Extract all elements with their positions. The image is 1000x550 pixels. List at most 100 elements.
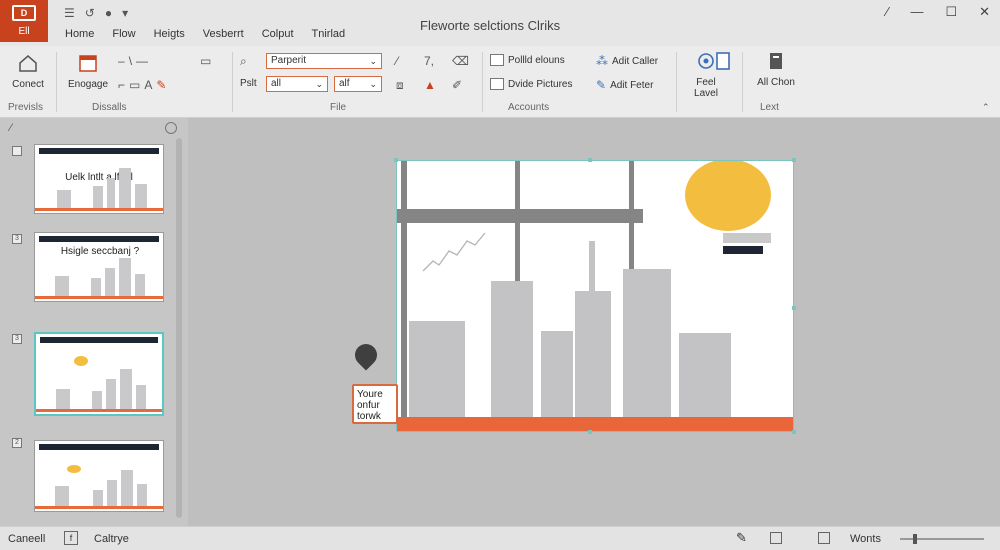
- window-frame: [401, 161, 407, 431]
- capture-status[interactable]: Caltrye: [94, 533, 129, 545]
- tab-flow[interactable]: Flow: [103, 26, 144, 42]
- thumbnail-building: [107, 480, 117, 506]
- font-color-tool[interactable]: ▲: [424, 78, 436, 92]
- slide-thumbnail-3-selected[interactable]: [34, 332, 164, 416]
- line-tools[interactable]: – \ —: [118, 54, 148, 68]
- thumbnail-building: [55, 486, 69, 506]
- info-icon[interactable]: f: [64, 531, 78, 545]
- selection-handle[interactable]: [588, 430, 592, 434]
- building-shape: [623, 269, 671, 419]
- slide-thumbnail-2[interactable]: Hsigle seccbanj ?: [34, 232, 164, 302]
- thumbnail-header-bar: [39, 236, 159, 242]
- slide-thumbnail-title: Uelk lntlt a lfeol: [65, 172, 133, 183]
- selection-handle[interactable]: [792, 430, 796, 434]
- tab-home[interactable]: Home: [56, 26, 103, 42]
- pst-button[interactable]: Pslt: [240, 78, 257, 89]
- building-shape: [575, 291, 611, 419]
- close-button[interactable]: ✕: [979, 4, 990, 20]
- italic-icon: 7,: [424, 54, 435, 68]
- calendar-icon: [79, 55, 97, 72]
- font-style-dropdown[interactable]: alf ⌄: [334, 76, 382, 92]
- thumbnail-sun: [67, 465, 81, 473]
- normal-view-icon[interactable]: [770, 532, 782, 544]
- thumbnail-header-bar: [40, 337, 158, 343]
- selection-handle[interactable]: [792, 306, 796, 310]
- font-name-value: Parperit: [271, 55, 307, 66]
- add-gallery-button[interactable]: ⁂ Adit Caller: [596, 54, 658, 68]
- slide-thumbnail-1[interactable]: Uelk lntlt a lfeol: [34, 144, 164, 214]
- thumbnail-building: [120, 369, 132, 409]
- shape-tool[interactable]: ▭: [200, 54, 211, 68]
- trend-line-icon: [422, 232, 486, 272]
- thumbnail-building: [119, 258, 131, 296]
- selection-handle[interactable]: [792, 158, 796, 162]
- add-footer-button[interactable]: ✎ Adit Feter: [596, 78, 653, 92]
- selection-handle[interactable]: [588, 158, 592, 162]
- group-label-dissalls: Dissalls: [92, 102, 127, 113]
- thumbnail-building: [121, 470, 133, 506]
- tab-vesberrt[interactable]: Vesberrt: [194, 26, 253, 42]
- eraser-tool[interactable]: ⌫: [452, 54, 469, 68]
- slide-sorter-icon[interactable]: [818, 532, 830, 544]
- file-button[interactable]: D Ell: [0, 0, 48, 42]
- highlighter-tool[interactable]: ✐: [452, 78, 462, 92]
- building-shape: [679, 333, 731, 419]
- all-chroma-button[interactable]: All Chon: [748, 50, 804, 88]
- draw-tools[interactable]: ⌐ ▭ A ✎: [118, 78, 166, 92]
- fold-docs-button[interactable]: Pollld elouns: [490, 54, 565, 66]
- customize-icon[interactable]: ▾: [122, 6, 128, 20]
- redo-icon[interactable]: ●: [105, 6, 112, 20]
- tab-tnirlad[interactable]: Tnirlad: [303, 26, 355, 42]
- connect-button[interactable]: Conect: [8, 52, 48, 90]
- maximize-button[interactable]: ☐: [945, 4, 957, 20]
- dark-label-bar: [723, 246, 763, 254]
- group-separator: [742, 52, 743, 112]
- search-button[interactable]: ⌕: [240, 54, 247, 69]
- building-shape: [491, 281, 533, 419]
- minimize-button[interactable]: —: [910, 4, 923, 20]
- thumbnail-building: [135, 184, 147, 208]
- app-logo: D: [12, 5, 36, 21]
- current-slide[interactable]: [396, 160, 794, 432]
- callout-box[interactable]: Youre onfur torwk: [352, 384, 398, 424]
- bold-tool[interactable]: ⁄: [396, 54, 398, 68]
- engage-button[interactable]: Enogage: [66, 52, 110, 90]
- thumbnail-building: [57, 190, 71, 208]
- all-chroma-label: All Chon: [757, 77, 795, 88]
- font-size-dropdown[interactable]: all ⌄: [266, 76, 328, 92]
- save-icon[interactable]: ☰: [64, 6, 75, 20]
- align-tool[interactable]: ⧈: [396, 78, 404, 93]
- thumbnail-building: [137, 484, 147, 506]
- slide-thumbnail-4[interactable]: [34, 440, 164, 512]
- pane-pin-icon[interactable]: ⁄: [10, 122, 12, 134]
- thumbnail-building: [107, 178, 115, 208]
- thumbnail-building: [135, 274, 145, 296]
- group-label-lext: Lext: [760, 102, 779, 113]
- pane-scrollbar[interactable]: [176, 138, 182, 518]
- thumbnail-sun: [74, 356, 88, 366]
- outline-icon: ▭: [129, 78, 141, 92]
- brush-icon: ⁄: [396, 54, 399, 68]
- slide-thumbnail-title: Hsigle seccbanj ?: [60, 246, 140, 257]
- font-name-dropdown[interactable]: Parperit ⌄: [266, 53, 382, 69]
- status-bar: Caneell f Caltrye ✎ Wonts: [0, 526, 1000, 550]
- zoom-slider-knob[interactable]: [912, 534, 917, 544]
- pen-icon[interactable]: ⁄: [886, 4, 888, 20]
- selection-handle[interactable]: [394, 158, 398, 162]
- building-shape: [541, 331, 573, 419]
- slide-footer-bar: [397, 417, 793, 431]
- pane-options-icon[interactable]: [165, 122, 177, 134]
- doc-button[interactable]: [712, 50, 734, 77]
- collapse-ribbon-button[interactable]: ⌃: [982, 102, 990, 113]
- slide-number: 2: [12, 438, 22, 448]
- italic-tool[interactable]: 7,: [424, 54, 434, 68]
- building-spire: [589, 241, 595, 293]
- cancel-status[interactable]: Caneell: [8, 533, 45, 545]
- undo-icon[interactable]: ↺: [85, 6, 95, 20]
- file-tab-label: Ell: [18, 26, 30, 37]
- notes-icon[interactable]: ✎: [736, 530, 747, 546]
- thumbnail-building: [105, 268, 115, 296]
- tab-colput[interactable]: Colput: [253, 26, 303, 42]
- tab-heigts[interactable]: Heigts: [145, 26, 194, 42]
- divide-pictures-button[interactable]: Dvide Pictures: [490, 78, 572, 90]
